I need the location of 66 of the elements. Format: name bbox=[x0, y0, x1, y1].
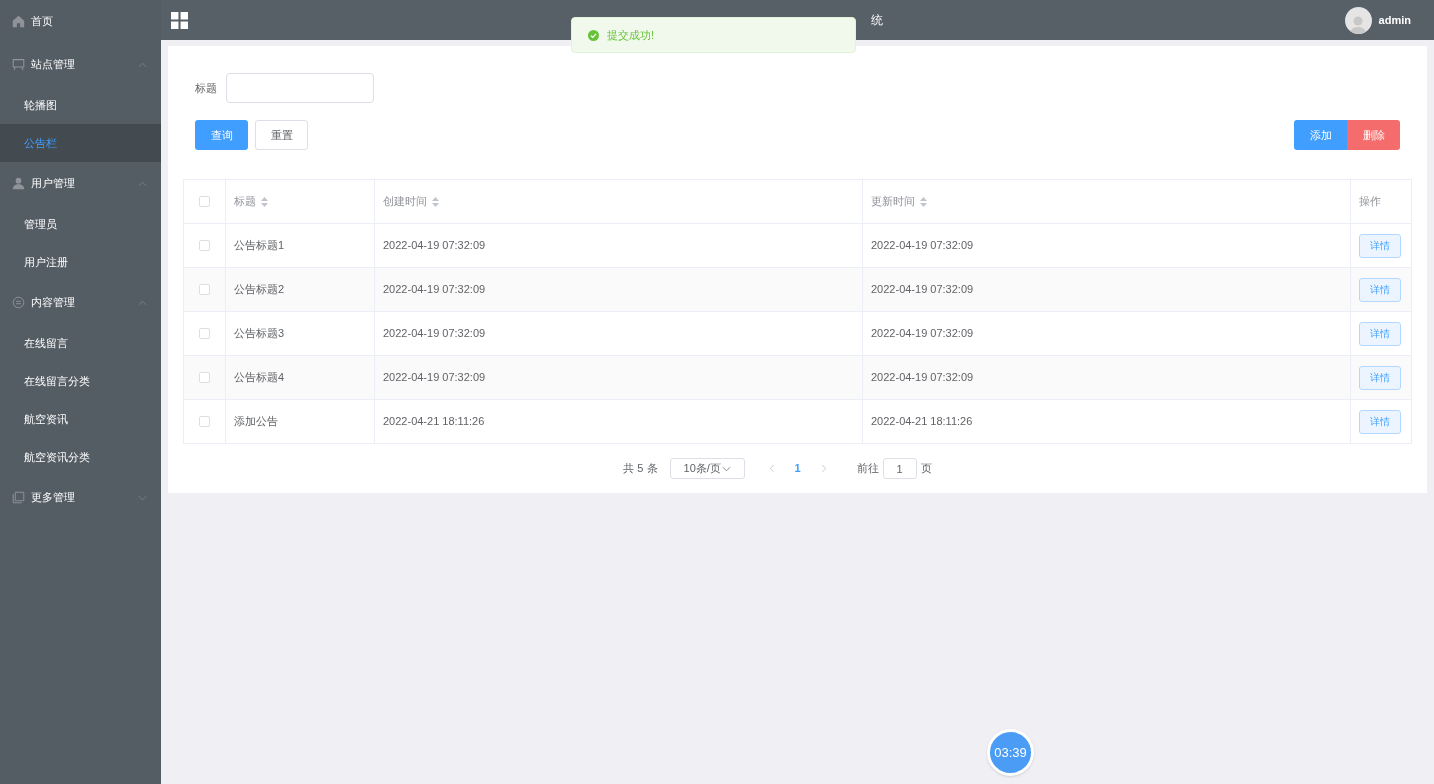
table-cell-text: 2022-04-19 07:32:09 bbox=[871, 370, 974, 386]
chevron-icon bbox=[138, 180, 147, 187]
chevron-icon bbox=[138, 61, 147, 68]
menu-item[interactable]: 首页 bbox=[0, 0, 161, 43]
submenu-item[interactable]: 管理员 bbox=[0, 205, 161, 243]
table-cell-text: 2022-04-19 07:32:09 bbox=[871, 326, 974, 342]
table-cell-text: 2022-04-21 18:11:26 bbox=[383, 414, 485, 430]
username[interactable]: admin bbox=[1378, 11, 1411, 29]
column-header: 创建时间 bbox=[383, 194, 427, 210]
user-icon bbox=[12, 177, 25, 190]
row-checkbox[interactable] bbox=[199, 328, 210, 339]
table-cell-text: 公告标题4 bbox=[234, 370, 285, 386]
column-header: 标题 bbox=[234, 194, 256, 210]
check-circle-icon bbox=[588, 29, 599, 41]
table-cell-text: 2022-04-19 07:32:09 bbox=[383, 238, 486, 254]
submenu-item[interactable]: 在线留言 bbox=[0, 324, 161, 362]
table-cell-text: 2022-04-19 07:32:09 bbox=[871, 282, 974, 298]
chat-icon bbox=[12, 296, 25, 309]
chevron-icon bbox=[721, 465, 731, 472]
menu-item[interactable]: 更多管理 bbox=[0, 476, 161, 519]
row-checkbox[interactable] bbox=[199, 416, 210, 427]
table-cell-text: 公告标题1 bbox=[234, 238, 285, 254]
submenu-item[interactable]: 航空资讯分类 bbox=[0, 438, 161, 476]
reset-button[interactable]: 重置 bbox=[255, 120, 308, 150]
title-input[interactable] bbox=[226, 73, 374, 103]
table-cell-text: 公告标题3 bbox=[234, 326, 285, 342]
column-header: 操作 bbox=[1359, 194, 1381, 210]
page-size-select[interactable]: 10条/页 bbox=[669, 458, 745, 479]
goto-label: 前往 bbox=[856, 461, 879, 477]
chevron-icon bbox=[138, 494, 147, 501]
field-label: 标题 bbox=[195, 80, 217, 96]
copy-icon bbox=[12, 491, 25, 504]
avatar[interactable] bbox=[1344, 6, 1372, 34]
submenu-item[interactable]: 用户注册 bbox=[0, 243, 161, 281]
menu-item[interactable]: 站点管理 bbox=[0, 43, 161, 86]
menu-item[interactable]: 用户管理 bbox=[0, 162, 161, 205]
table-cell-text: 2022-04-19 07:32:09 bbox=[871, 238, 974, 254]
header-title: 统 bbox=[871, 12, 883, 29]
table-cell-text: 添加公告 bbox=[234, 414, 278, 430]
submenu-item[interactable]: 航空资讯 bbox=[0, 400, 161, 438]
total-count: 共 5 条 bbox=[623, 461, 658, 477]
sort-icon[interactable] bbox=[261, 196, 268, 207]
toast-message: 提交成功! bbox=[607, 27, 655, 43]
chevron-icon bbox=[138, 299, 147, 306]
sort-icon[interactable] bbox=[432, 196, 439, 207]
prev-page-icon[interactable] bbox=[768, 464, 775, 473]
goto-page-input[interactable]: 1 bbox=[882, 458, 917, 479]
column-header: 更新时间 bbox=[871, 194, 915, 210]
table-cell-text: 2022-04-21 18:11:26 bbox=[871, 414, 973, 430]
table-cell-text: 2022-04-19 07:32:09 bbox=[383, 370, 486, 386]
row-checkbox[interactable] bbox=[199, 284, 210, 295]
sort-icon[interactable] bbox=[920, 196, 927, 207]
select-all-checkbox[interactable] bbox=[199, 196, 210, 207]
row-checkbox[interactable] bbox=[199, 240, 210, 251]
page-suffix: 页 bbox=[920, 461, 932, 477]
submenu-item[interactable]: 轮播图 bbox=[0, 86, 161, 124]
next-page-icon[interactable] bbox=[820, 464, 827, 473]
row-checkbox[interactable] bbox=[199, 372, 210, 383]
table-cell-text: 2022-04-19 07:32:09 bbox=[383, 282, 486, 298]
board-icon bbox=[12, 58, 25, 71]
home-icon bbox=[12, 15, 25, 28]
grid-icon[interactable] bbox=[171, 11, 188, 29]
menu-item[interactable]: 内容管理 bbox=[0, 281, 161, 324]
table-cell-text: 公告标题2 bbox=[234, 282, 285, 298]
submenu-item[interactable]: 在线留言分类 bbox=[0, 362, 161, 400]
table-cell-text: 2022-04-19 07:32:09 bbox=[383, 326, 486, 342]
